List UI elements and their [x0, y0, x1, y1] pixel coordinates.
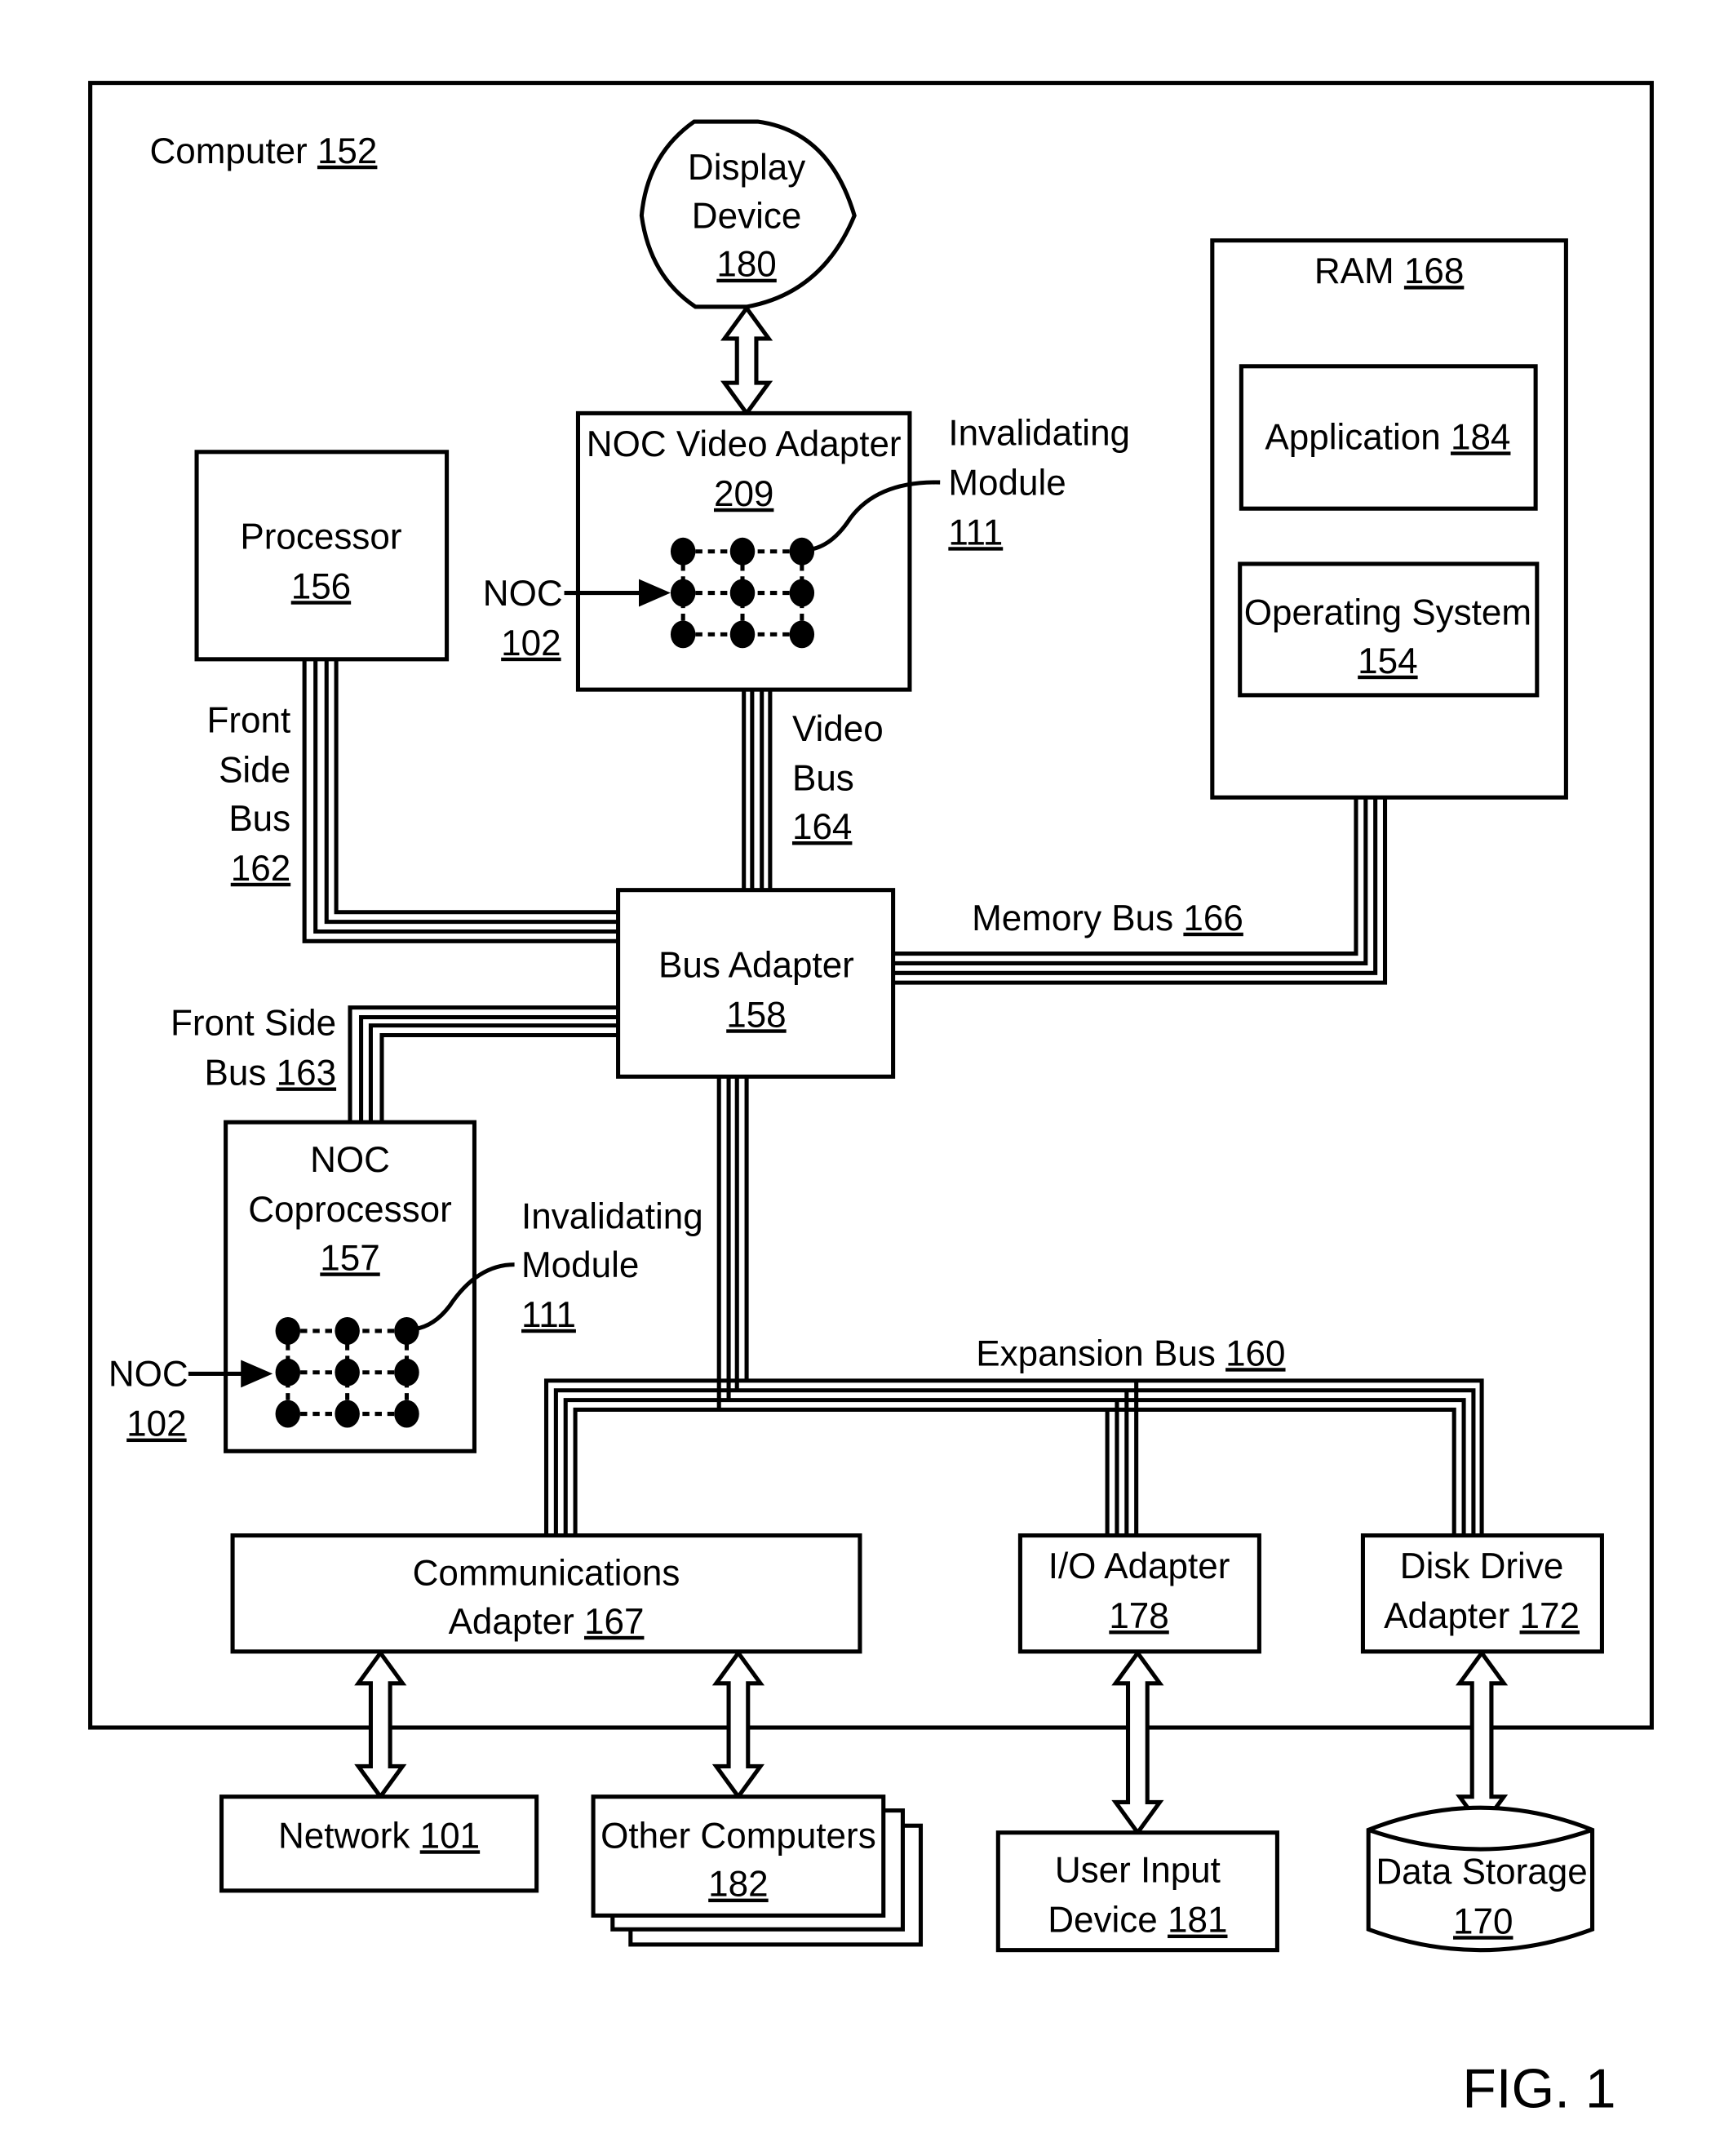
svg-text:Adapter 167: Adapter 167 [449, 1602, 645, 1642]
noc-mesh-grid [670, 537, 815, 649]
svg-text:111: 111 [521, 1295, 576, 1335]
svg-text:Bus 163: Bus 163 [205, 1053, 337, 1093]
svg-text:Disk Drive: Disk Drive [1400, 1546, 1564, 1586]
processor: Processor 156 [194, 450, 450, 662]
svg-text:Display: Display [688, 148, 805, 188]
svg-text:Device 181: Device 181 [1048, 1901, 1227, 1941]
communications-adapter: Communications Adapter 167 [230, 1533, 862, 1654]
svg-text:102: 102 [126, 1404, 186, 1444]
other-computers: Other Computers 182 [591, 1794, 924, 1947]
noc-video-adapter: NOC Video Adapter 209 [575, 410, 912, 692]
figure-label: FIG. 1 [1462, 2059, 1615, 2120]
svg-text:162: 162 [231, 849, 290, 889]
svg-text:Memory Bus 166: Memory Bus 166 [972, 898, 1243, 938]
svg-text:Bus: Bus [792, 759, 854, 799]
noc-node-icon [789, 620, 815, 649]
svg-text:Module: Module [521, 1245, 639, 1285]
svg-text:Front Side: Front Side [171, 1003, 336, 1043]
noc-node-icon [670, 620, 696, 649]
svg-text:Invalidating: Invalidating [948, 413, 1130, 453]
svg-text:Module: Module [948, 463, 1066, 503]
bus-adapter: Bus Adapter 158 [616, 888, 896, 1079]
svg-text:Video: Video [792, 709, 884, 749]
svg-text:Front: Front [206, 701, 290, 741]
svg-text:158: 158 [726, 995, 786, 1035]
svg-text:Device: Device [692, 196, 802, 236]
svg-text:Network 101: Network 101 [278, 1816, 480, 1856]
data-storage: Data Storage 170 [1366, 1805, 1595, 1953]
computer-label: Computer 152 [149, 131, 377, 171]
svg-text:156: 156 [291, 566, 351, 606]
memory-bus-label: Memory Bus 166 [972, 898, 1243, 938]
svg-text:NOC Video Adapter: NOC Video Adapter [587, 424, 902, 464]
svg-text:164: 164 [792, 807, 852, 847]
disk-data-storage-arrow-icon [1455, 1649, 1509, 1831]
svg-text:209: 209 [714, 474, 773, 514]
noc-node-icon [670, 537, 696, 566]
svg-text:102: 102 [501, 623, 561, 663]
svg-text:170: 170 [1453, 1901, 1513, 1941]
svg-text:Bus Adapter: Bus Adapter [658, 945, 854, 985]
user-input-device: User Input Device 181 [995, 1830, 1279, 1953]
io-user-input-arrow-icon [1111, 1649, 1164, 1837]
noc-node-icon [335, 1316, 360, 1345]
ram: RAM 168 Application 184 Operating System… [1210, 238, 1568, 800]
noc-node-icon [729, 620, 756, 649]
noc-node-icon [729, 579, 756, 607]
noc-node-icon [789, 579, 815, 607]
noc-node-icon [335, 1358, 360, 1386]
noc-node-icon [275, 1316, 301, 1345]
svg-text:Coprocessor: Coprocessor [248, 1190, 452, 1230]
disk-drive-adapter: Disk Drive Adapter 172 [1360, 1533, 1604, 1654]
svg-text:111: 111 [948, 512, 1003, 552]
network: Network 101 [219, 1794, 539, 1893]
expansion-bus-label: Expansion Bus 160 [976, 1333, 1285, 1373]
svg-text:Operating System: Operating System [1244, 593, 1531, 633]
svg-text:Invalidating: Invalidating [521, 1197, 703, 1237]
io-adapter: I/O Adapter 178 [1017, 1533, 1261, 1654]
display-device-ref: 180 [716, 245, 776, 285]
svg-text:NOC: NOC [310, 1140, 390, 1180]
svg-text:182: 182 [708, 1865, 768, 1905]
noc-node-icon [394, 1358, 419, 1386]
svg-text:Adapter 172: Adapter 172 [1384, 1596, 1580, 1636]
computer-ref: 152 [317, 131, 377, 171]
svg-text:Bus: Bus [228, 799, 290, 839]
svg-text:NOC: NOC [483, 574, 563, 614]
noc-node-icon [670, 579, 696, 607]
svg-text:User Input: User Input [1055, 1851, 1221, 1891]
svg-text:Data Storage: Data Storage [1376, 1852, 1587, 1892]
svg-text:154: 154 [1358, 641, 1417, 681]
noc-node-icon [729, 537, 756, 566]
noc-node-icon [394, 1400, 419, 1428]
svg-text:Other Computers: Other Computers [601, 1816, 876, 1856]
svg-text:Processor: Processor [240, 517, 401, 557]
svg-text:Side: Side [219, 751, 290, 791]
svg-text:157: 157 [320, 1238, 379, 1278]
svg-text:NOC: NOC [109, 1355, 188, 1395]
svg-text:Communications: Communications [413, 1554, 680, 1594]
computer-architecture-diagram: Computer 152 Display Device 180 NOC Vide… [88, 81, 1654, 2120]
svg-text:Application 184: Application 184 [1265, 417, 1510, 457]
noc-coprocessor: NOC Coprocessor 157 [224, 1120, 476, 1453]
application: Application 184 [1239, 364, 1538, 511]
svg-text:I/O Adapter: I/O Adapter [1048, 1546, 1230, 1586]
noc-node-icon [275, 1358, 301, 1386]
noc-node-icon [335, 1400, 360, 1428]
noc-node-icon [275, 1400, 301, 1428]
operating-system: Operating System 154 [1238, 561, 1540, 698]
svg-text:Expansion Bus 160: Expansion Bus 160 [976, 1333, 1285, 1373]
noc-mesh-grid [275, 1316, 419, 1428]
svg-text:178: 178 [1109, 1596, 1168, 1636]
svg-text:RAM 168: RAM 168 [1314, 251, 1464, 291]
